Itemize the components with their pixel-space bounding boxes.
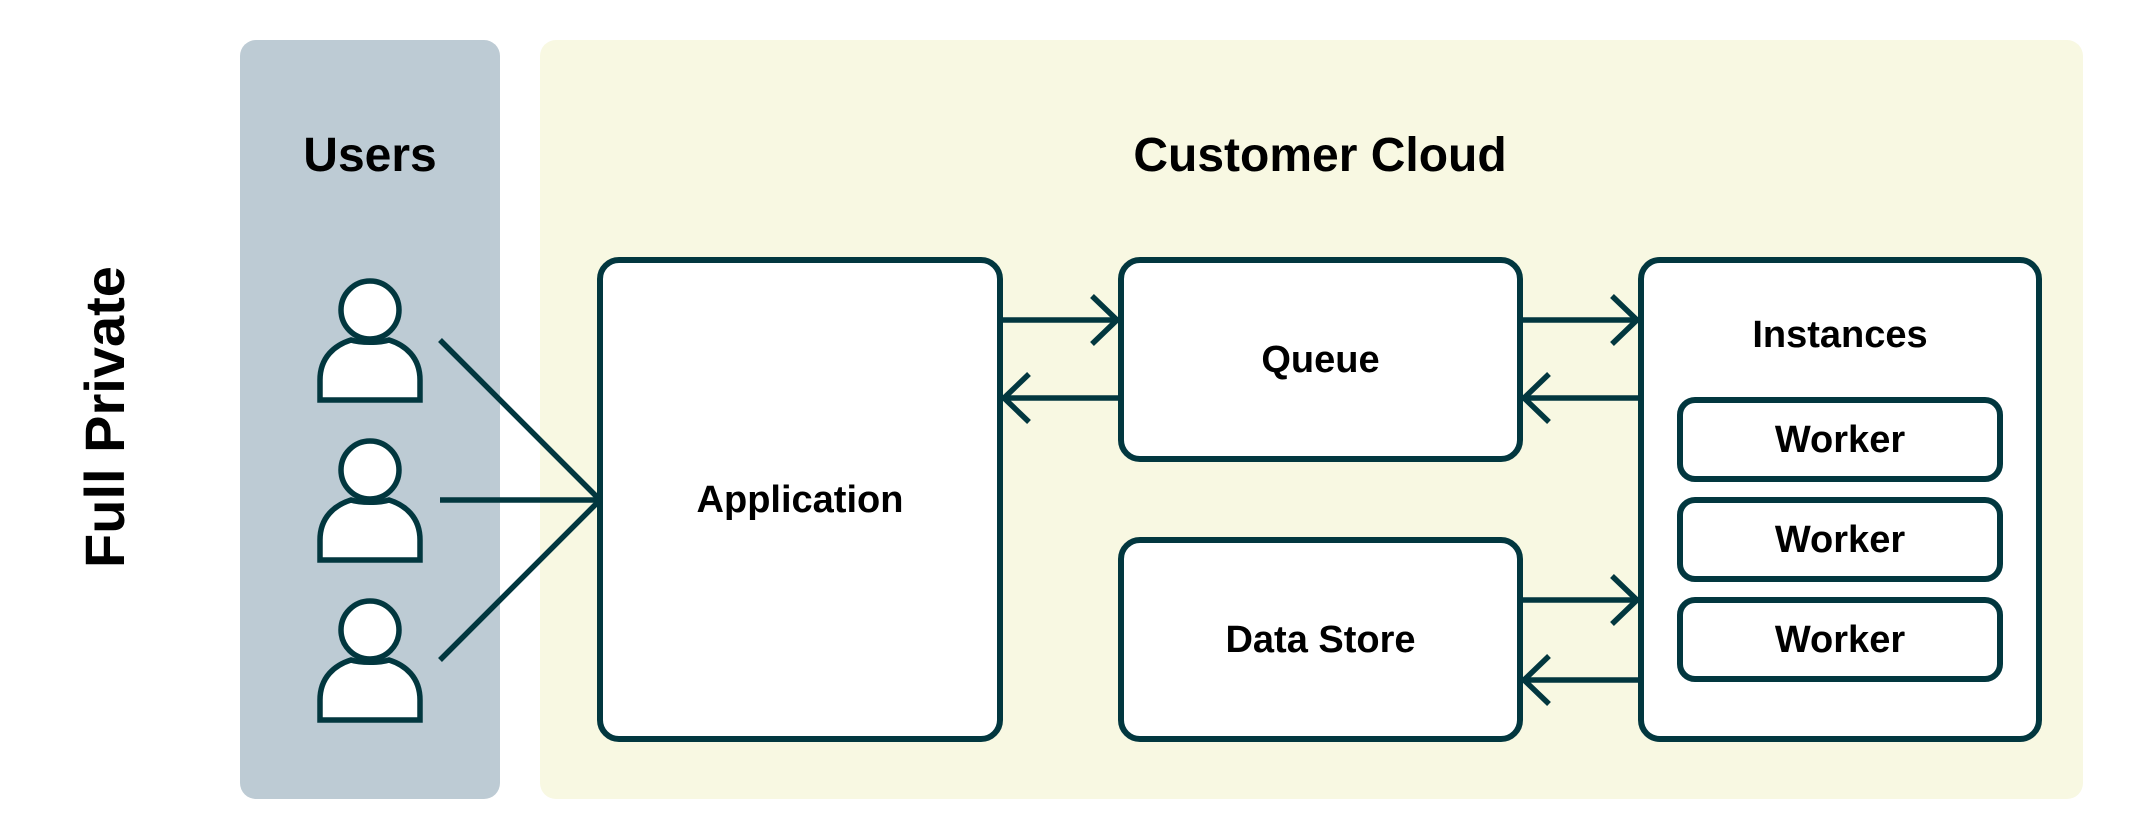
instances-to-queue-arrow: [1520, 372, 1641, 424]
user3-application-connector: [438, 498, 602, 662]
instances-to-data-store-arrow: [1520, 654, 1641, 706]
application-to-queue-arrow: [1000, 294, 1121, 346]
user-icon: [317, 438, 423, 563]
user1-application-connector: [438, 338, 602, 502]
user-icon: [317, 278, 423, 403]
queue-to-application-arrow: [1000, 372, 1121, 424]
queue-to-instances-arrow: [1520, 294, 1641, 346]
data-store-to-instances-arrow: [1520, 574, 1641, 626]
user-icon: [317, 598, 423, 723]
diagram-connectors: [317, 278, 1641, 723]
